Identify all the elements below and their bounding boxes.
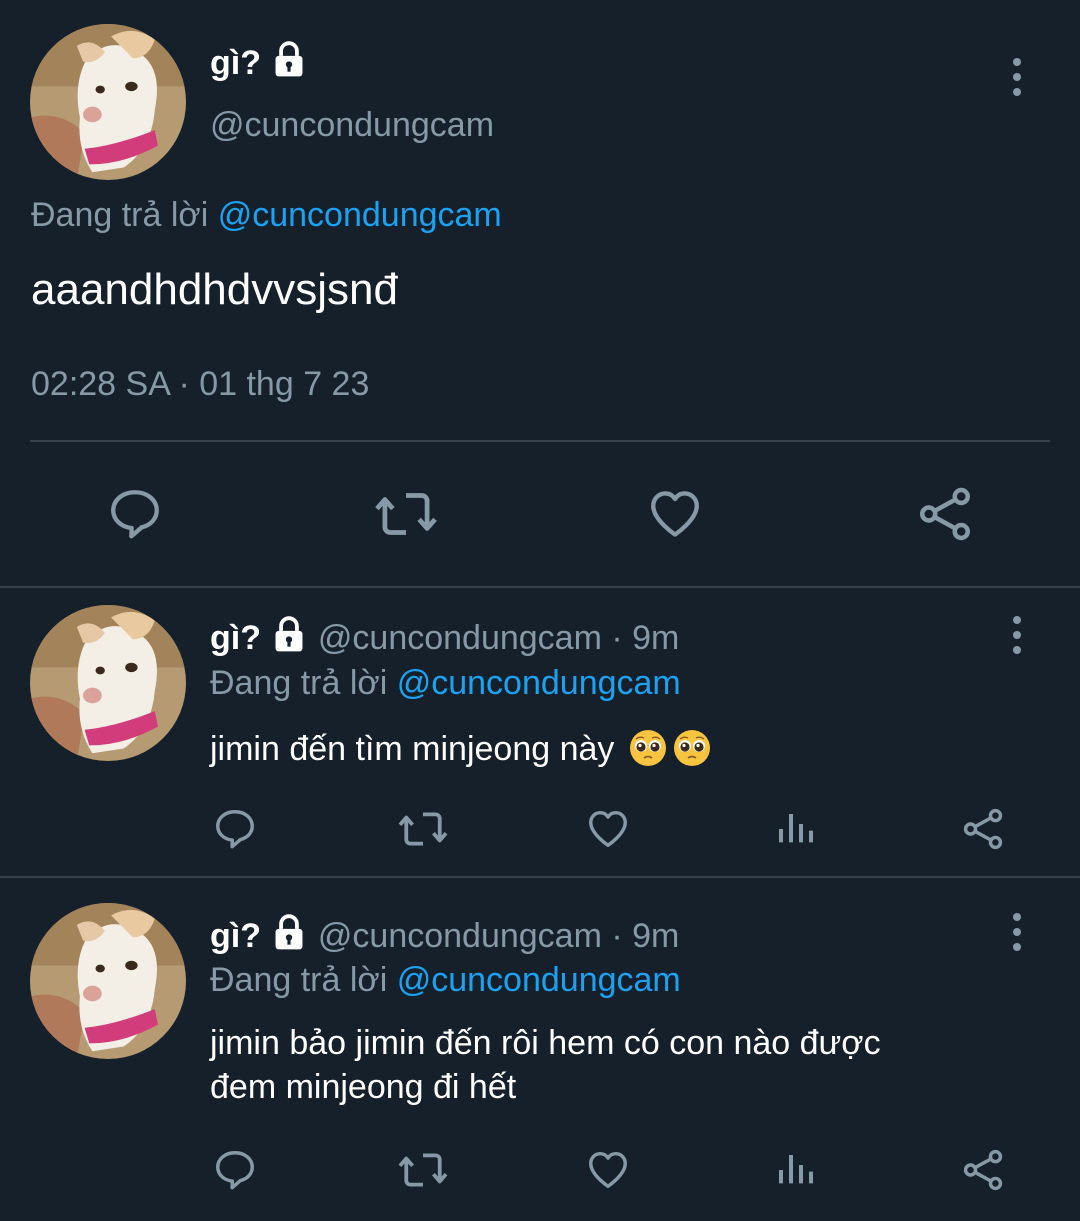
like-button[interactable] <box>583 1146 633 1194</box>
tweet-text: aaandhdhdvvsjsnđ <box>31 265 398 314</box>
divider <box>0 586 1080 588</box>
retweet-button[interactable] <box>395 805 451 853</box>
retweet-icon <box>374 493 437 535</box>
timestamp[interactable]: 02:28 SA · 01 thg 7 23 <box>31 365 369 404</box>
display-name-text: gì? <box>210 44 261 82</box>
lock-icon <box>270 913 308 951</box>
share-icon <box>963 808 1003 850</box>
like-button[interactable] <box>583 805 633 853</box>
lock-icon <box>270 40 308 78</box>
more-options-icon[interactable] <box>1002 913 1032 951</box>
like-icon <box>589 810 627 848</box>
pleading-face-emoji <box>629 730 666 766</box>
replying-label: Đang trả lời <box>210 664 388 702</box>
avatar[interactable] <box>30 605 186 761</box>
replying-label: Đang trả lời <box>210 961 388 999</box>
reply-icon <box>216 1151 254 1190</box>
analytics-icon <box>779 814 813 843</box>
avatar[interactable] <box>30 24 186 180</box>
replying-to: Đang trả lời @cuncondungcam <box>31 196 502 235</box>
retweet-button[interactable] <box>368 483 443 545</box>
replying-to-link[interactable]: @cuncondungcam <box>397 664 681 702</box>
reply-header: gì? @cuncondungcam · 9m <box>210 913 679 956</box>
handle[interactable]: @cuncondungcam <box>318 917 602 955</box>
reply-button[interactable] <box>210 1146 260 1194</box>
replying-to: Đang trả lời @cuncondungcam <box>210 961 681 1000</box>
avatar[interactable] <box>30 903 186 1059</box>
tweet-text: jimin bảo jimin đến rôi hem có con nào đ… <box>210 1024 881 1062</box>
timestamp[interactable]: · 9m <box>611 917 679 955</box>
reply-header: gì? @cuncondungcam · 9m <box>210 615 679 658</box>
retweet-button[interactable] <box>395 1146 451 1194</box>
share-button[interactable] <box>958 805 1008 853</box>
replying-to-link[interactable]: @cuncondungcam <box>397 961 681 999</box>
retweet-icon <box>398 812 448 846</box>
share-button[interactable] <box>958 1146 1008 1194</box>
divider <box>0 876 1080 878</box>
replying-to: Đang trả lời @cuncondungcam <box>210 664 681 703</box>
handle[interactable]: @cuncondungcam <box>318 619 602 657</box>
analytics-icon <box>779 1155 813 1184</box>
share-icon <box>920 487 970 541</box>
replying-to-link[interactable]: @cuncondungcam <box>218 196 502 234</box>
timestamp[interactable]: · 9m <box>611 619 679 657</box>
display-name[interactable]: gì? <box>210 917 261 955</box>
analytics-button[interactable] <box>772 805 820 853</box>
like-button[interactable] <box>640 483 710 545</box>
more-options-icon[interactable] <box>1002 616 1032 654</box>
tweet-text-content: jimin đến tìm minjeong này <box>210 730 615 768</box>
tweet-text: jimin đến tìm minjeong này <box>210 728 712 769</box>
reply-button[interactable] <box>210 805 260 853</box>
divider <box>30 440 1050 442</box>
reply-icon <box>216 810 254 849</box>
tweet-text: đem minjeong đi hết <box>210 1068 517 1106</box>
share-icon <box>963 1149 1003 1191</box>
like-icon <box>589 1151 627 1189</box>
analytics-button[interactable] <box>772 1146 820 1194</box>
share-button[interactable] <box>910 483 980 545</box>
display-name[interactable]: gì? <box>210 619 261 657</box>
handle[interactable]: @cuncondungcam <box>210 106 494 145</box>
reply-button[interactable] <box>100 483 170 545</box>
reply-icon <box>111 490 159 539</box>
more-options-icon[interactable] <box>1002 58 1032 96</box>
display-name[interactable]: gì? <box>210 40 308 83</box>
lock-icon <box>270 615 308 653</box>
retweet-icon <box>398 1153 448 1187</box>
pleading-face-emoji <box>673 730 710 766</box>
replying-label: Đang trả lời <box>31 196 209 234</box>
like-icon <box>651 491 699 537</box>
